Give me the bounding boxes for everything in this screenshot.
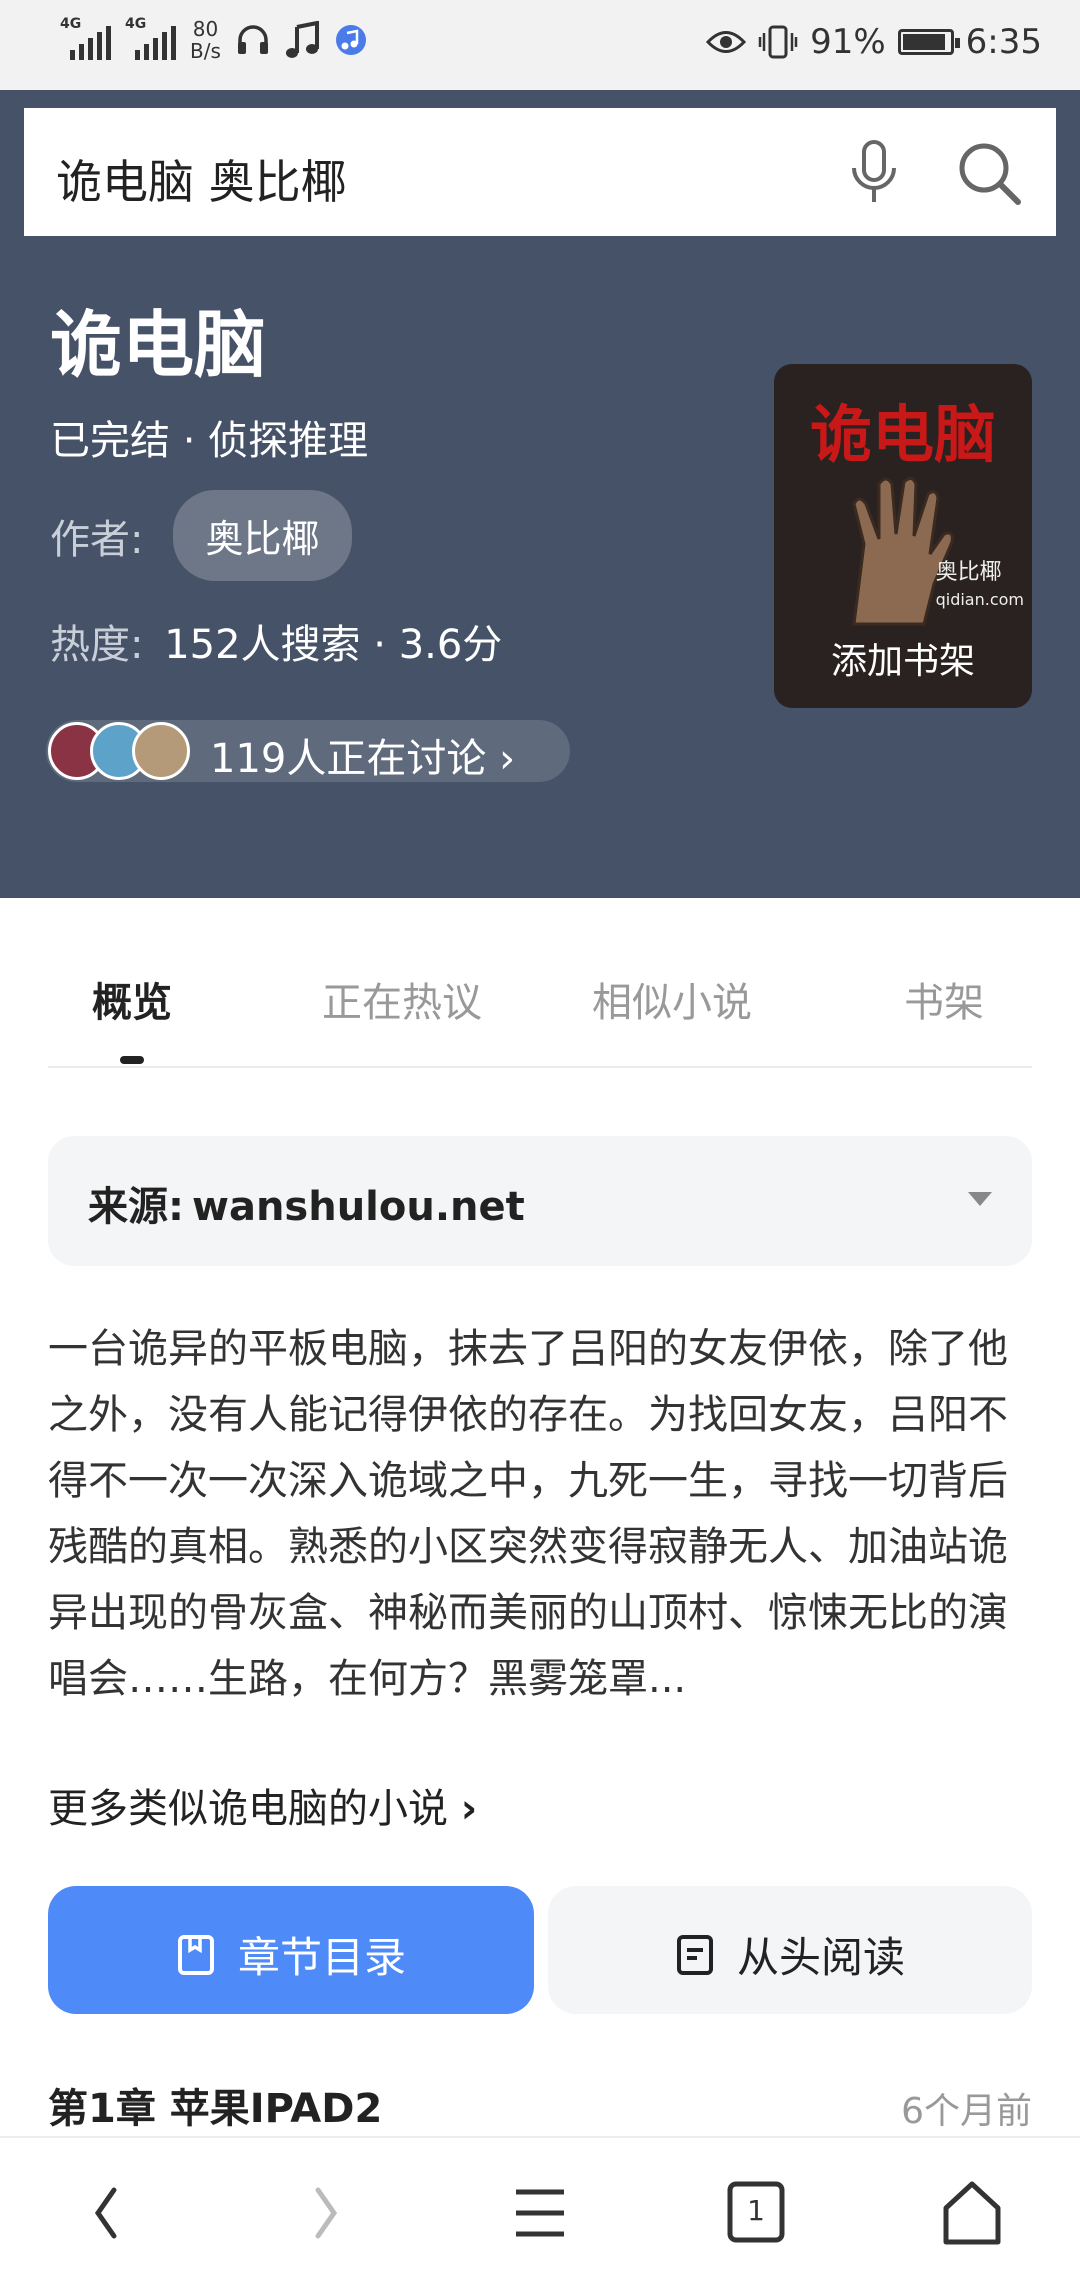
author-label: 作者:: [50, 516, 144, 563]
tab-indicator: [120, 1056, 144, 1064]
read-label: 从头阅读: [736, 1933, 905, 1982]
network-speed: 80 B/s: [190, 17, 221, 63]
source-selector[interactable]: 来源: wanshulou.net: [48, 1136, 1032, 1266]
table-of-contents-button[interactable]: 章节目录: [48, 1886, 534, 2014]
cover-author: 奥比椰: [935, 560, 1002, 585]
menu-icon[interactable]: [500, 2178, 580, 2248]
cell-signal-icon: 4G: [125, 16, 176, 60]
avatar: [132, 722, 190, 780]
cover-title: 诡电脑: [809, 398, 996, 471]
search-icon[interactable]: [954, 138, 1024, 208]
discussion-pill[interactable]: 119人正在讨论 ›: [46, 720, 570, 782]
clock: 6:35: [965, 22, 1042, 62]
tab-bar: 概览 正在热议 相似小说 书架: [48, 960, 1032, 1068]
search-input[interactable]: 诡电脑 奥比椰: [56, 146, 347, 212]
chevron-right-icon: ›: [499, 736, 516, 782]
status-bar: 4G 4G 80 B/s 91% 6:35: [0, 0, 1080, 90]
more-similar-link[interactable]: 更多类似诡电脑的小说 ›: [48, 1776, 477, 1834]
author-row: 作者: 奥比椰: [50, 490, 352, 581]
discussion-count: 119人正在讨论: [210, 736, 487, 782]
latest-chapter-time: 6个月前: [901, 2091, 1032, 2132]
book-cover[interactable]: 诡电脑 奥比椰 qidian.com 添加书架: [774, 364, 1032, 708]
document-icon: [676, 1934, 713, 1975]
cell-signal-icon: 4G: [60, 16, 111, 60]
heat-label: 热度:: [50, 622, 144, 668]
book-status: 已完结 · 侦探推理: [50, 418, 369, 464]
browser-nav-bar: 1: [0, 2136, 1080, 2282]
latest-chapter-title[interactable]: 第1章 苹果IPAD2: [48, 2076, 382, 2134]
cover-site: qidian.com: [935, 590, 1024, 609]
tabs-button[interactable]: 1: [716, 2178, 796, 2248]
heat-value: 152人搜索 · 3.6分: [164, 622, 503, 668]
eye-icon: [706, 31, 747, 53]
book-header: 诡电脑 奥比椰 诡电脑 已完结 · 侦探推理 作者: 奥比椰 热度: 152人搜…: [0, 90, 1080, 898]
headphones-icon: [237, 25, 268, 54]
battery-icon: [897, 29, 960, 55]
tab-hot-discussion[interactable]: 正在热议: [322, 970, 482, 1028]
tab-similar-novels[interactable]: 相似小说: [592, 970, 752, 1028]
author-chip[interactable]: 奥比椰: [173, 490, 352, 581]
source-value: wanshulou.net: [192, 1184, 525, 1230]
tab-overview[interactable]: 概览: [92, 970, 172, 1028]
source-label: 来源:: [88, 1184, 184, 1230]
back-icon[interactable]: [68, 2178, 148, 2248]
toc-label: 章节目录: [237, 1933, 406, 1982]
chevron-right-icon: ›: [460, 1786, 478, 1832]
read-from-start-button[interactable]: 从头阅读: [548, 1886, 1032, 2014]
music-app-icon: [335, 25, 366, 55]
tab-bookshelf[interactable]: 书架: [904, 970, 984, 1028]
book-description: 一台诡异的平板电脑，抹去了吕阳的女友伊依，除了他之外，没有人能记得伊依的存在。为…: [48, 1326, 1008, 1702]
dropdown-arrow-icon: [968, 1192, 992, 1206]
heat-row: 热度: 152人搜索 · 3.6分: [50, 612, 502, 670]
add-to-shelf-button[interactable]: 添加书架: [774, 632, 1032, 684]
search-bar[interactable]: 诡电脑 奥比椰: [24, 108, 1056, 236]
tab-count: 1: [747, 2194, 765, 2227]
book-title: 诡电脑: [50, 303, 267, 387]
vibrate-icon: [758, 25, 798, 59]
book-icon: [177, 1934, 214, 1975]
home-icon[interactable]: [932, 2178, 1012, 2248]
battery-percent: 91%: [810, 22, 886, 62]
microphone-icon[interactable]: [844, 138, 904, 208]
music-note-icon: [285, 21, 319, 58]
forward-icon[interactable]: [284, 2178, 364, 2248]
